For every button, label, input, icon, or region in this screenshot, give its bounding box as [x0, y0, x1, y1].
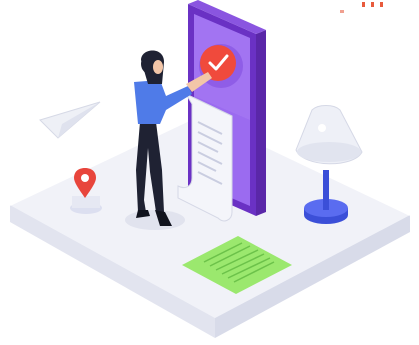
isometric-scene: [9, 0, 411, 338]
illustration-canvas: [0, 0, 419, 345]
paper-plane-icon: [39, 101, 101, 139]
decor-dashes: [340, 2, 383, 13]
